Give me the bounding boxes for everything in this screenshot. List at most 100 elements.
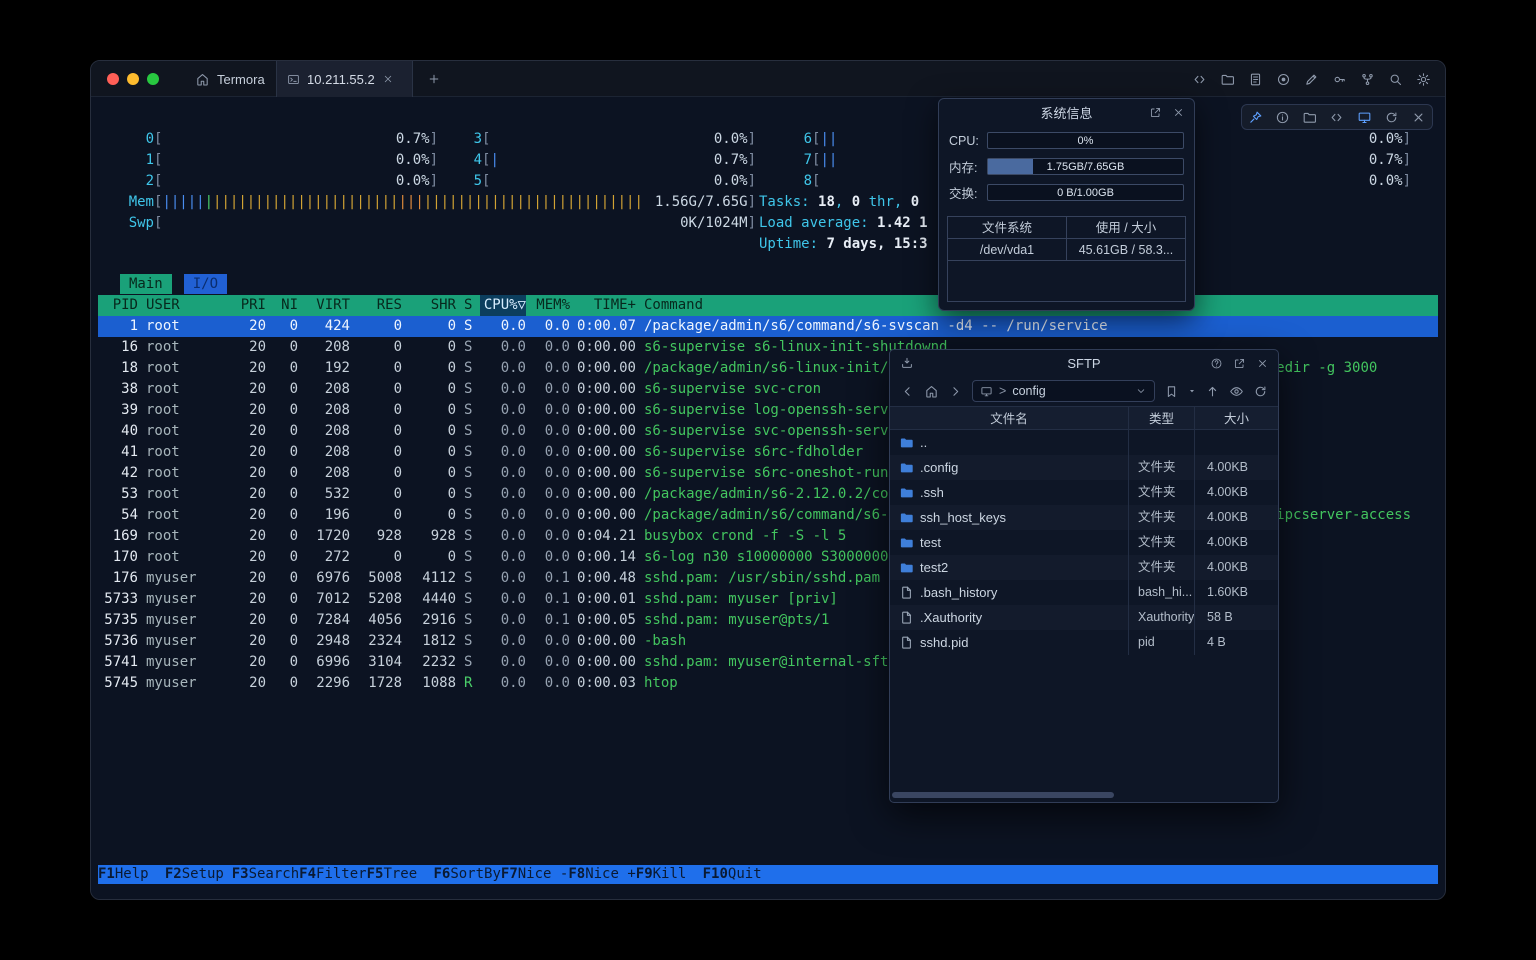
refresh-icon[interactable] bbox=[1384, 110, 1399, 125]
fs-table-row[interactable]: /dev/vda145.61GB / 58.3... bbox=[948, 239, 1185, 261]
fnkey-filter[interactable]: F4Filter bbox=[299, 865, 366, 884]
download-icon[interactable] bbox=[900, 356, 914, 370]
fnkey-sortby[interactable]: F6SortBy bbox=[433, 865, 500, 884]
folder-icon bbox=[899, 535, 914, 550]
file-icon bbox=[899, 610, 914, 625]
close-icon[interactable] bbox=[1411, 110, 1426, 125]
minimize-window-button[interactable] bbox=[127, 73, 139, 85]
home-tab[interactable]: Termora bbox=[183, 61, 277, 97]
column-header-user[interactable]: USER bbox=[138, 295, 224, 316]
metric-bar: 1.75GB/7.65GB bbox=[987, 158, 1184, 175]
record-icon[interactable] bbox=[1276, 72, 1291, 87]
column-header-pri[interactable]: PRI bbox=[224, 295, 266, 316]
file-column-header-1[interactable]: 类型 bbox=[1128, 407, 1194, 429]
file-row[interactable]: sshd.pidpid4 B bbox=[890, 630, 1278, 655]
close-sftp-icon[interactable] bbox=[1256, 357, 1269, 370]
column-header-s[interactable]: S bbox=[456, 295, 480, 316]
column-header-time[interactable]: TIME+ bbox=[570, 295, 636, 316]
fnkey-tree[interactable]: F5Tree bbox=[367, 865, 434, 884]
filesystem-table: 文件系统使用 / 大小/dev/vda145.61GB / 58.3... bbox=[947, 216, 1186, 302]
fnkey-quit[interactable]: F10Quit bbox=[703, 865, 778, 884]
forward-icon[interactable] bbox=[948, 384, 963, 399]
file-row[interactable]: ssh_host_keys文件夹4.00KB bbox=[890, 505, 1278, 530]
tab-close-icon[interactable] bbox=[382, 73, 394, 85]
folder-icon[interactable] bbox=[1302, 110, 1317, 125]
parent-dir-icon[interactable] bbox=[1205, 384, 1220, 399]
code-icon[interactable] bbox=[1329, 110, 1344, 125]
file-row[interactable]: .config文件夹4.00KB bbox=[890, 455, 1278, 480]
zoom-window-button[interactable] bbox=[147, 73, 159, 85]
chevron-down-icon[interactable] bbox=[1135, 385, 1147, 397]
system-info-title: 系统信息 bbox=[1040, 103, 1092, 122]
metric-bar: 0% bbox=[987, 132, 1184, 149]
pencil-icon[interactable] bbox=[1304, 72, 1319, 87]
metric-row: 交换:0 B/1.00GB bbox=[939, 184, 1194, 201]
fnkey-nice[interactable]: F8Nice + bbox=[568, 865, 635, 884]
process-row[interactable]: 1root20042400S0.00.00:00.07/package/admi… bbox=[98, 316, 1438, 337]
file-row[interactable]: .XauthorityXauthority58 B bbox=[890, 605, 1278, 630]
app-window: Termora 10.211.55.2 0[0.7%]1[0.0%]2[0.0%… bbox=[90, 60, 1446, 900]
metric-bar: 0 B/1.00GB bbox=[987, 184, 1184, 201]
fnkey-setup[interactable]: F2Setup bbox=[165, 865, 232, 884]
back-icon[interactable] bbox=[900, 384, 915, 399]
file-row[interactable]: test文件夹4.00KB bbox=[890, 530, 1278, 555]
swap-meter: Swp[0K/1024M] bbox=[128, 213, 756, 234]
sftp-panel: SFTP > config 文件名类型大小 . bbox=[889, 349, 1279, 803]
horizontal-scrollbar[interactable] bbox=[892, 792, 1276, 798]
fnkey-help[interactable]: F1Help bbox=[98, 865, 165, 884]
help-icon[interactable] bbox=[1210, 357, 1223, 370]
tab-label: 10.211.55.2 bbox=[307, 72, 375, 87]
close-window-button[interactable] bbox=[107, 73, 119, 85]
htop-view-tabs: Main I/O bbox=[120, 274, 227, 295]
htop-tab-main[interactable]: Main bbox=[120, 274, 172, 294]
open-sftp-window-icon[interactable] bbox=[1233, 357, 1246, 370]
info-icon[interactable] bbox=[1275, 110, 1290, 125]
close-panel-icon[interactable] bbox=[1172, 106, 1185, 119]
folder-icon[interactable] bbox=[1220, 72, 1235, 87]
column-header-cpu[interactable]: CPU%▽ bbox=[480, 295, 526, 316]
key-icon[interactable] bbox=[1332, 72, 1347, 87]
folder-icon bbox=[899, 510, 914, 525]
bookmark-icon[interactable] bbox=[1164, 384, 1179, 399]
path-breadcrumb[interactable]: > config bbox=[972, 380, 1155, 402]
sftp-toolbar: > config bbox=[890, 376, 1278, 406]
home-tab-label: Termora bbox=[217, 72, 265, 87]
cpu-meter-5: 5[0.0%] bbox=[456, 171, 756, 192]
search-icon[interactable] bbox=[1388, 72, 1403, 87]
bookmark-caret-icon[interactable] bbox=[1188, 387, 1196, 395]
new-tab-button[interactable] bbox=[419, 61, 449, 97]
fnkey-search[interactable]: F3Search bbox=[232, 865, 299, 884]
home-icon bbox=[195, 72, 210, 87]
file-column-header-0[interactable]: 文件名 bbox=[890, 407, 1128, 429]
column-header-mem[interactable]: MEM% bbox=[526, 295, 570, 316]
file-row[interactable]: test2文件夹4.00KB bbox=[890, 555, 1278, 580]
scrollbar-thumb[interactable] bbox=[892, 792, 1114, 798]
tab-ssh-session[interactable]: 10.211.55.2 bbox=[276, 61, 413, 97]
file-row[interactable]: .ssh文件夹4.00KB bbox=[890, 480, 1278, 505]
fnkey-kill[interactable]: F9Kill bbox=[636, 865, 703, 884]
fnkey-nice[interactable]: F7Nice - bbox=[501, 865, 568, 884]
column-header-res[interactable]: RES bbox=[350, 295, 402, 316]
column-header-shr[interactable]: SHR bbox=[402, 295, 456, 316]
open-in-window-icon[interactable] bbox=[1149, 106, 1162, 119]
home-dir-icon[interactable] bbox=[924, 384, 939, 399]
file-column-header-2[interactable]: 大小 bbox=[1194, 407, 1278, 429]
pin-icon[interactable] bbox=[1248, 110, 1263, 125]
column-header-virt[interactable]: VIRT bbox=[298, 295, 350, 316]
show-hidden-icon[interactable] bbox=[1229, 384, 1244, 399]
column-header-ni[interactable]: NI bbox=[266, 295, 298, 316]
cpu-meter-3: 3[0.0%] bbox=[456, 129, 756, 150]
column-header-pid[interactable]: PID bbox=[98, 295, 138, 316]
gear-icon[interactable] bbox=[1416, 72, 1431, 87]
monitor-icon[interactable] bbox=[1357, 110, 1372, 125]
fork-icon[interactable] bbox=[1360, 72, 1375, 87]
htop-tab-i-o[interactable]: I/O bbox=[184, 274, 227, 294]
journal-icon[interactable] bbox=[1248, 72, 1263, 87]
fs-column-header: 文件系统 bbox=[948, 217, 1066, 238]
refresh-icon[interactable] bbox=[1253, 384, 1268, 399]
system-info-titlebar: 系统信息 bbox=[939, 99, 1194, 125]
code-icon[interactable] bbox=[1192, 72, 1207, 87]
file-row[interactable]: .bash_historybash_hi...1.60KB bbox=[890, 580, 1278, 605]
file-row[interactable]: .. bbox=[890, 430, 1278, 455]
cpu-meter-1: 1[0.0%] bbox=[128, 150, 438, 171]
